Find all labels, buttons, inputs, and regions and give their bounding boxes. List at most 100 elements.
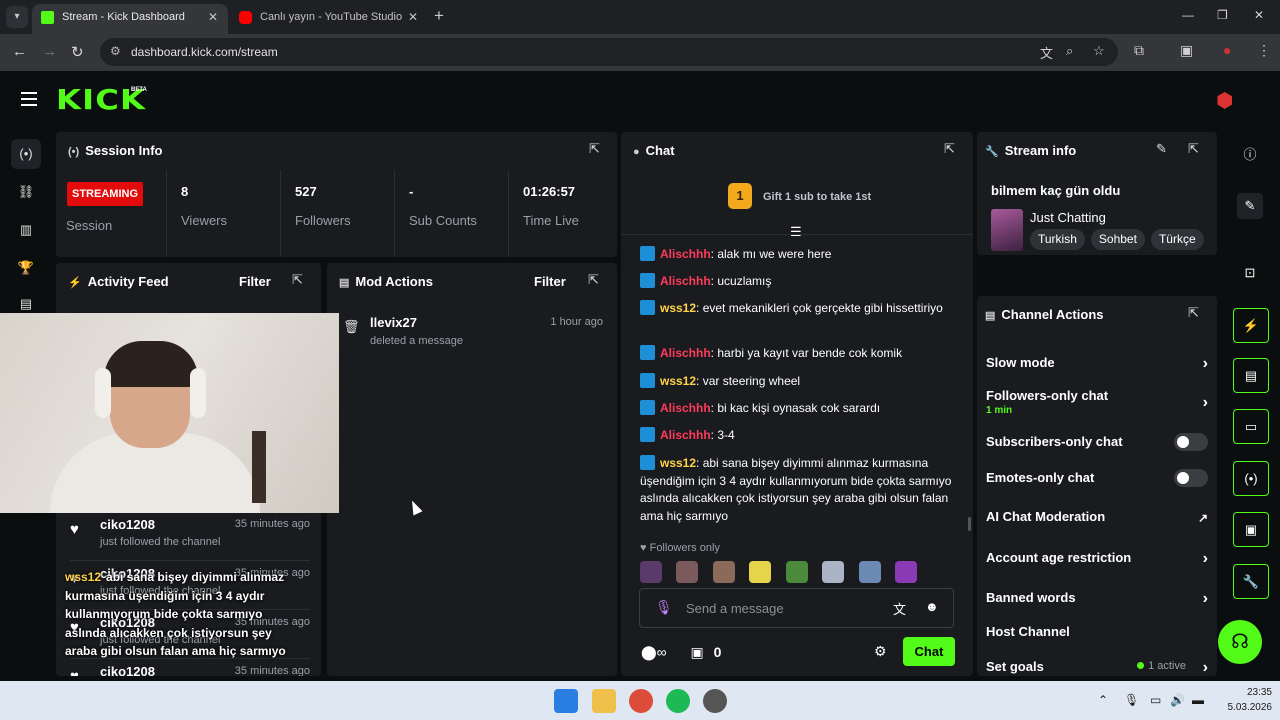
popout-icon[interactable]: ⇱	[589, 141, 600, 157]
bookmark-star-icon[interactable]: ☆	[1093, 43, 1105, 59]
activity-filter-button[interactable]: Filter	[239, 274, 271, 289]
emoji-icon[interactable]: ☻	[925, 599, 939, 614]
spotify-icon[interactable]	[666, 689, 690, 713]
popout-icon[interactable]: ⇱	[1188, 305, 1199, 321]
mod-filter-button[interactable]: Filter	[534, 274, 566, 289]
edit-pencil-icon[interactable]: ✎	[1156, 141, 1167, 157]
capture-icon[interactable]: ⊡	[1237, 260, 1263, 286]
edit-icon[interactable]: ✎	[1237, 193, 1263, 219]
chat-toggle-button[interactable]: ▭	[1233, 409, 1269, 444]
emote[interactable]	[785, 561, 808, 583]
popout-icon[interactable]: ⇱	[1188, 141, 1199, 157]
windows-start-icon[interactable]	[554, 689, 578, 713]
omnibox[interactable]: ⚙ dashboard.kick.com/stream 文 ⌕ ☆	[100, 38, 1118, 66]
user-avatar-icon[interactable]: ⬢	[1216, 88, 1242, 112]
battery-icon[interactable]: ▬	[1192, 693, 1204, 707]
trophy-icon[interactable]: 🏆	[11, 253, 41, 283]
chat-settings-gear-icon[interactable]: ⚙	[874, 643, 887, 660]
taskbar-clock[interactable]: 23:35 5.03.2026	[1222, 685, 1273, 715]
tools-wrench-button[interactable]: 🔧	[1233, 564, 1269, 599]
zoom-icon[interactable]: ⌕	[1066, 43, 1073, 59]
mod-actions-title: ▤ Mod Actions	[339, 274, 433, 289]
heart-icon: ♥	[70, 521, 79, 538]
channel-actions-panel: ▤ Channel Actions ⇱ Slow mode › Followers-…	[977, 296, 1217, 676]
microphone-tray-icon[interactable]: 🎙	[1124, 693, 1139, 707]
popout-icon[interactable]: ⇱	[588, 272, 599, 288]
reload-icon[interactable]: ↻	[71, 43, 84, 61]
send-chat-button[interactable]: Chat	[903, 637, 955, 666]
chat-message: wss12: var steering wheel	[640, 373, 956, 391]
forward-icon[interactable]: →	[42, 43, 57, 60]
menu-dots-icon[interactable]: ⋮	[1257, 42, 1271, 59]
site-info-icon[interactable]: ⚙	[110, 44, 121, 58]
wrench-icon: 🔧	[985, 146, 999, 158]
chrome-icon[interactable]	[629, 689, 653, 713]
info-icon[interactable]: ⓘ	[1237, 142, 1263, 168]
banned-words-row[interactable]: Banned words ›	[986, 590, 1208, 607]
emote[interactable]	[749, 561, 772, 583]
ai-moderation-row[interactable]: AI Chat Moderation ↗	[986, 509, 1208, 525]
tab-search-button[interactable]: ▾	[6, 6, 28, 28]
new-tab-button[interactable]: +	[434, 6, 444, 26]
translate-icon[interactable]: 文	[893, 599, 906, 618]
stream-broadcast-icon[interactable]: (•)	[11, 139, 41, 169]
popout-icon[interactable]: ⇱	[292, 272, 303, 288]
video-button[interactable]: ▣	[1233, 512, 1269, 547]
chat-input[interactable]: 🎙 Send a message 文 ☻	[639, 588, 954, 628]
tray-chevron-icon[interactable]: ⌃	[1098, 693, 1108, 707]
profile-avatar-icon[interactable]: ●	[1223, 42, 1231, 58]
chat-scrollbar[interactable]	[968, 517, 971, 531]
app-icon[interactable]	[703, 689, 727, 713]
tab-kick-dashboard[interactable]: Stream - Kick Dashboard ✕	[32, 4, 228, 34]
emote[interactable]	[712, 561, 735, 583]
quick-actions-button[interactable]: ⚡	[1233, 308, 1269, 343]
translate-icon[interactable]: 文	[1040, 43, 1053, 62]
account-age-row[interactable]: Account age restriction ›	[986, 550, 1208, 567]
back-icon[interactable]: ←	[12, 43, 27, 60]
popout-icon[interactable]: ⇱	[944, 141, 955, 157]
url-text[interactable]: dashboard.kick.com/stream	[131, 45, 278, 59]
set-goals-row[interactable]: Set goals 1 active ›	[986, 659, 1208, 676]
mod-log-button[interactable]: ▤	[1233, 358, 1269, 393]
chat-points-area: ⬤∞ ▣ 0	[641, 644, 721, 661]
gift-sub-text[interactable]: Gift 1 sub to take 1st	[763, 191, 871, 203]
session-info-title: (•) Session Info	[68, 143, 163, 158]
slow-mode-row[interactable]: Slow mode ›	[986, 355, 1208, 372]
minimize-icon[interactable]: —	[1182, 8, 1194, 22]
session-info-panel: (•) Session Info ⇱ STREAMING Session 8 Vi…	[56, 132, 617, 257]
library-icon[interactable]: ▥	[11, 215, 41, 245]
close-tab-icon[interactable]: ✕	[408, 4, 418, 30]
emote[interactable]	[895, 561, 918, 583]
volume-icon[interactable]: 🔊	[1170, 693, 1185, 707]
emotes-only-toggle[interactable]	[1174, 469, 1208, 487]
link-icon[interactable]: ⛓	[11, 177, 41, 207]
emote[interactable]	[858, 561, 881, 583]
hamburger-menu-icon[interactable]	[21, 92, 37, 106]
gift-box-icon[interactable]: ▣	[691, 644, 704, 660]
tab-youtube-studio[interactable]: Canlı yayın - YouTube Studio ✕	[230, 4, 428, 34]
badge-icon	[640, 246, 655, 261]
emote[interactable]	[676, 561, 699, 583]
file-explorer-icon[interactable]	[592, 689, 616, 713]
microphone-icon[interactable]: 🎙	[655, 599, 673, 616]
extensions-icon[interactable]: ⧉	[1134, 42, 1144, 59]
gift-badge-icon[interactable]: 1	[728, 183, 752, 209]
followers-only-row[interactable]: Followers-only chat 1 min ›	[986, 388, 1208, 416]
close-tab-icon[interactable]: ✕	[208, 4, 218, 30]
network-icon[interactable]: ▭	[1150, 693, 1161, 707]
emote[interactable]	[822, 561, 845, 583]
restore-icon[interactable]: ❐	[1217, 8, 1228, 22]
pinned-menu-icon[interactable]: ☰	[790, 224, 802, 240]
emote[interactable]	[640, 561, 662, 583]
support-chat-button[interactable]: ☊	[1218, 620, 1262, 664]
subscribers-only-row: Subscribers-only chat	[986, 433, 1208, 451]
close-window-icon[interactable]: ✕	[1254, 8, 1264, 22]
cast-icon[interactable]: ▣	[1180, 42, 1193, 59]
tab-label: Stream - Kick Dashboard	[62, 11, 185, 23]
points-icon[interactable]: ⬤∞	[641, 644, 667, 660]
subscribers-only-toggle[interactable]	[1174, 433, 1208, 451]
badge-icon	[640, 300, 655, 315]
broadcast-button[interactable]: (•)	[1233, 461, 1269, 496]
chat-message: Alischhh: 3-4	[640, 427, 956, 445]
host-channel-row[interactable]: Host Channel	[986, 624, 1208, 639]
